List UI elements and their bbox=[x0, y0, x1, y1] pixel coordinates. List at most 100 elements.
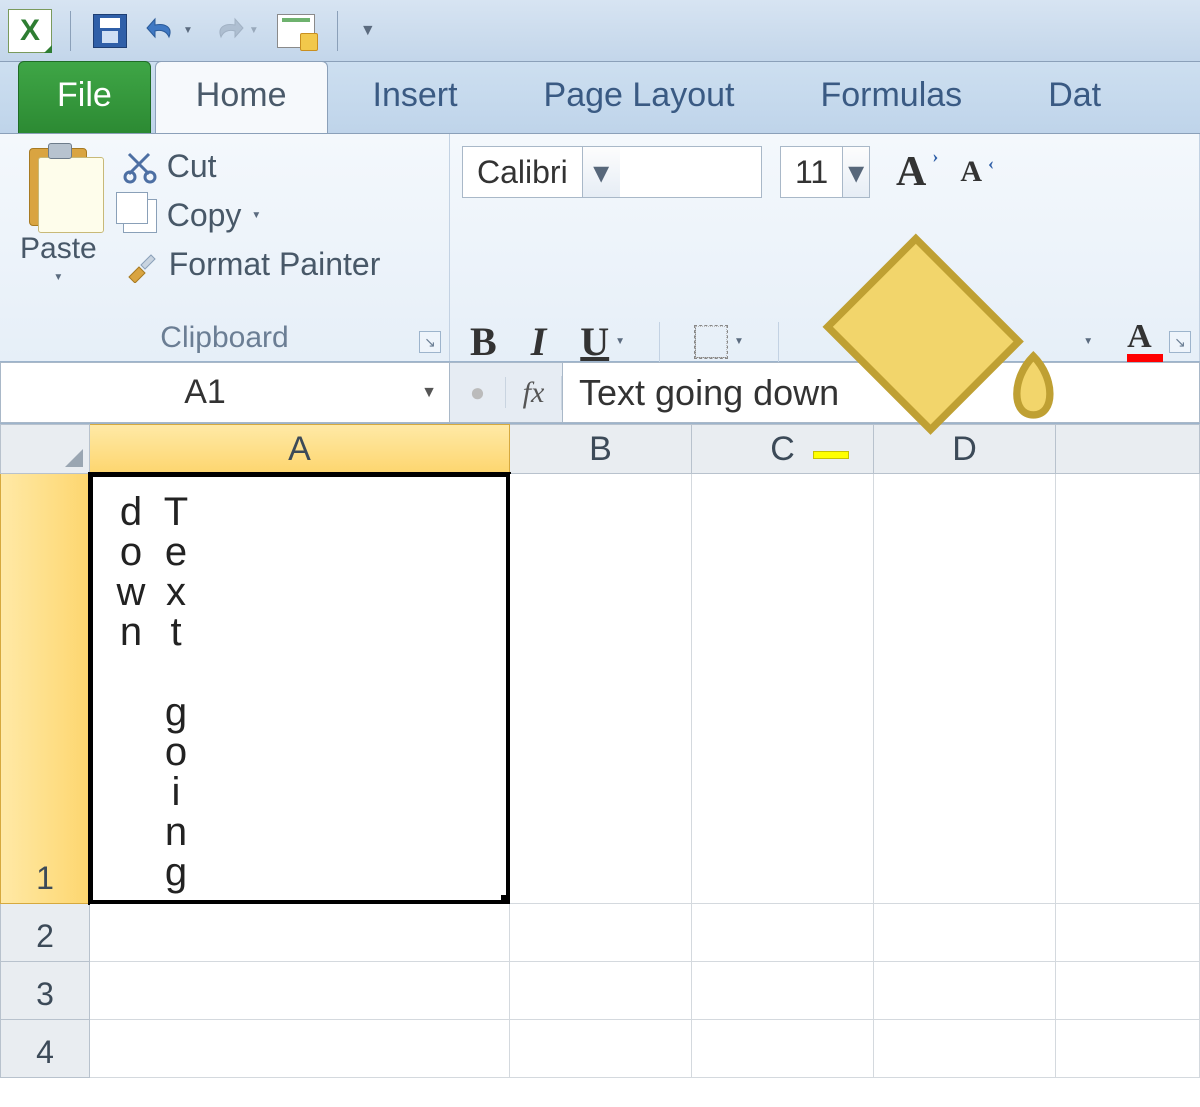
undo-dropdown-icon[interactable]: ▼ bbox=[183, 25, 193, 36]
select-all-button[interactable] bbox=[0, 424, 90, 474]
borders-icon bbox=[694, 325, 728, 359]
cell-C1[interactable] bbox=[692, 474, 874, 904]
worksheet-grid: A B C D 1 Text going down 2 3 4 bbox=[0, 424, 1200, 1078]
cell-A1-value: Text going down bbox=[108, 490, 198, 903]
paste-dropdown-icon[interactable]: ▼ bbox=[53, 272, 63, 283]
font-dialog-launcher[interactable]: ↘ bbox=[1169, 331, 1191, 353]
borders-dropdown-icon[interactable]: ▼ bbox=[734, 336, 744, 347]
shrink-font-icon: A bbox=[960, 155, 982, 189]
undo-icon bbox=[145, 17, 179, 45]
cell-D4[interactable] bbox=[874, 1020, 1056, 1078]
tab-insert[interactable]: Insert bbox=[332, 61, 499, 133]
cell-E4[interactable] bbox=[1056, 1020, 1200, 1078]
tab-file[interactable]: File bbox=[18, 61, 151, 133]
new-document-icon bbox=[277, 14, 315, 48]
row-header-2[interactable]: 2 bbox=[0, 904, 90, 962]
row-header-3[interactable]: 3 bbox=[0, 962, 90, 1020]
underline-dropdown-icon[interactable]: ▼ bbox=[615, 336, 625, 347]
group-clipboard: Paste ▼ Cut Copy ▼ bbox=[0, 134, 450, 361]
customize-qat-button[interactable]: ▼ bbox=[356, 18, 380, 44]
group-font: Calibri ▾ 11 ▾ A A B bbox=[450, 134, 1200, 361]
cell-A4[interactable] bbox=[90, 1020, 510, 1078]
clipboard-dialog-launcher[interactable]: ↘ bbox=[419, 331, 441, 353]
cell-C2[interactable] bbox=[692, 904, 874, 962]
fill-color-button[interactable]: ▼ bbox=[805, 220, 1101, 463]
name-box-dropdown-icon[interactable]: ▼ bbox=[409, 384, 449, 402]
separator bbox=[659, 322, 660, 362]
bold-button[interactable]: B bbox=[462, 314, 505, 369]
copy-label: Copy bbox=[167, 197, 242, 234]
borders-button[interactable]: ▼ bbox=[686, 321, 752, 363]
name-box[interactable]: A1 ▼ bbox=[0, 362, 450, 423]
fill-color-dropdown-icon[interactable]: ▼ bbox=[1083, 336, 1093, 347]
excel-app-icon[interactable]: X bbox=[8, 9, 52, 53]
row-header-4[interactable]: 4 bbox=[0, 1020, 90, 1078]
clipboard-group-label: Clipboard bbox=[12, 315, 437, 357]
copy-icon bbox=[123, 199, 157, 233]
copy-button[interactable]: Copy ▼ bbox=[123, 197, 381, 234]
name-box-value: A1 bbox=[1, 373, 409, 412]
underline-button[interactable]: U ▼ bbox=[572, 314, 633, 369]
cell-E1[interactable] bbox=[1056, 474, 1200, 904]
copy-dropdown-icon[interactable]: ▼ bbox=[251, 210, 261, 221]
row-4: 4 bbox=[0, 1020, 1200, 1078]
cell-C3[interactable] bbox=[692, 962, 874, 1020]
cell-B3[interactable] bbox=[510, 962, 692, 1020]
qat-separator-2 bbox=[337, 11, 338, 51]
cell-D1[interactable] bbox=[874, 474, 1056, 904]
ribbon: Paste ▼ Cut Copy ▼ bbox=[0, 134, 1200, 362]
cell-A2[interactable] bbox=[90, 904, 510, 962]
cell-A3[interactable] bbox=[90, 962, 510, 1020]
redo-button[interactable]: ▼ bbox=[207, 13, 263, 49]
save-button[interactable] bbox=[89, 10, 131, 52]
row-1: 1 Text going down bbox=[0, 474, 1200, 904]
cell-E2[interactable] bbox=[1056, 904, 1200, 962]
chevron-down-icon: ▼ bbox=[360, 22, 376, 40]
font-name-value: Calibri bbox=[463, 154, 582, 191]
brush-icon bbox=[123, 247, 159, 283]
italic-button[interactable]: I bbox=[523, 314, 555, 369]
tab-home[interactable]: Home bbox=[155, 61, 328, 133]
row-3: 3 bbox=[0, 962, 1200, 1020]
ribbon-tabs: File Home Insert Page Layout Formulas Da… bbox=[0, 62, 1200, 134]
tab-page-layout[interactable]: Page Layout bbox=[503, 61, 776, 133]
grow-font-button[interactable]: A bbox=[888, 144, 934, 200]
cell-B1[interactable] bbox=[510, 474, 692, 904]
row-header-1[interactable]: 1 bbox=[0, 474, 90, 904]
shrink-font-button[interactable]: A bbox=[952, 151, 990, 193]
tab-data[interactable]: Dat bbox=[1007, 61, 1112, 133]
new-document-button[interactable] bbox=[273, 10, 319, 52]
undo-button[interactable]: ▼ bbox=[141, 13, 197, 49]
paste-icon bbox=[29, 148, 87, 226]
font-size-value: 11 bbox=[781, 154, 842, 191]
cell-B2[interactable] bbox=[510, 904, 692, 962]
cell-E3[interactable] bbox=[1056, 962, 1200, 1020]
redo-icon bbox=[211, 17, 245, 45]
font-name-dropdown-icon[interactable]: ▾ bbox=[582, 147, 620, 197]
quick-access-toolbar: X ▼ ▼ ▼ bbox=[0, 0, 1200, 62]
cell-A1[interactable]: Text going down bbox=[90, 474, 510, 904]
font-size-combo[interactable]: 11 ▾ bbox=[780, 146, 870, 198]
save-icon bbox=[93, 14, 127, 48]
cell-B4[interactable] bbox=[510, 1020, 692, 1078]
format-painter-button[interactable]: Format Painter bbox=[123, 246, 381, 283]
qat-separator bbox=[70, 11, 71, 51]
underline-icon: U bbox=[580, 318, 609, 365]
font-size-dropdown-icon[interactable]: ▾ bbox=[842, 147, 869, 197]
cell-C4[interactable] bbox=[692, 1020, 874, 1078]
separator bbox=[778, 322, 779, 362]
cell-D2[interactable] bbox=[874, 904, 1056, 962]
scissors-icon bbox=[123, 150, 157, 184]
redo-dropdown-icon[interactable]: ▼ bbox=[249, 25, 259, 36]
bold-icon: B bbox=[470, 318, 497, 365]
paste-label: Paste bbox=[20, 232, 97, 266]
tab-formulas[interactable]: Formulas bbox=[779, 61, 1003, 133]
cell-D3[interactable] bbox=[874, 962, 1056, 1020]
font-name-combo[interactable]: Calibri ▾ bbox=[462, 146, 762, 198]
paste-button[interactable]: Paste ▼ bbox=[12, 144, 105, 315]
row-2: 2 bbox=[0, 904, 1200, 962]
cut-label: Cut bbox=[167, 148, 217, 185]
grow-font-icon: A bbox=[896, 148, 926, 196]
cut-button[interactable]: Cut bbox=[123, 148, 381, 185]
column-header-A[interactable]: A bbox=[90, 424, 510, 474]
